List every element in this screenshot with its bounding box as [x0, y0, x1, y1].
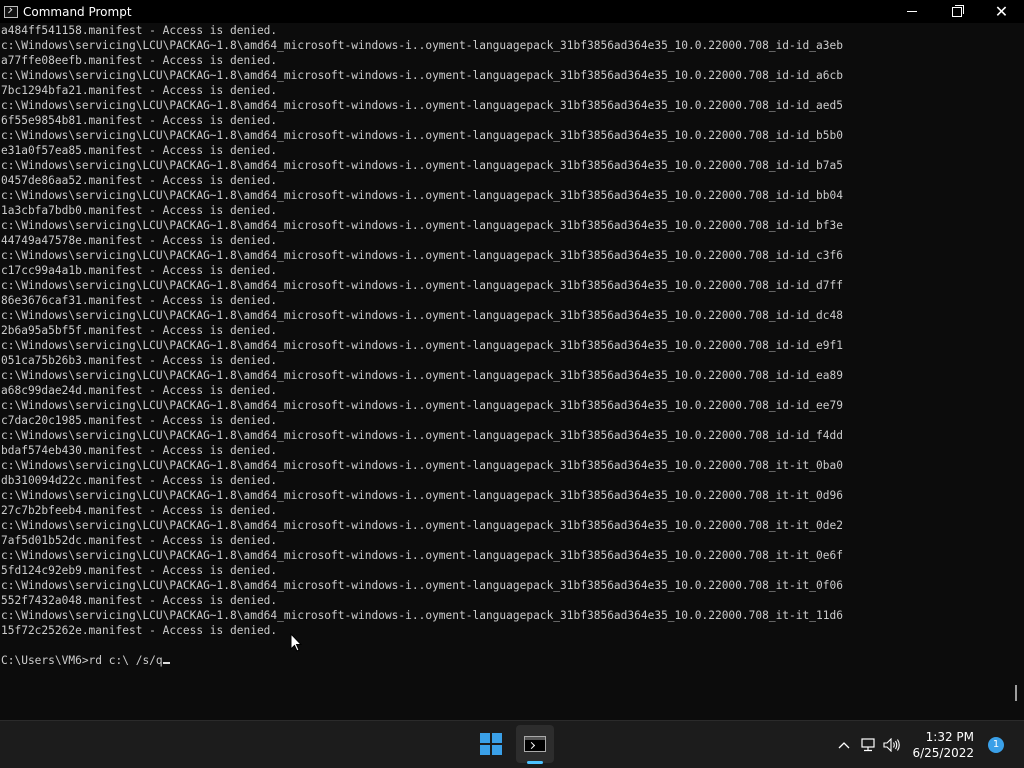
window-controls: ✕ — [889, 0, 1024, 23]
console-line: 5fd124c92eb9.manifest - Access is denied… — [1, 564, 278, 577]
prompt-text: C:\Users\VM6>rd c:\ /s/q — [1, 654, 163, 667]
command-prompt-icon — [524, 736, 546, 752]
clock[interactable]: 1:32 PM 6/25/2022 — [912, 729, 974, 761]
console-line: c:\Windows\servicing\LCU\PACKAG~1.8\amd6… — [1, 429, 843, 442]
console-line: c:\Windows\servicing\LCU\PACKAG~1.8\amd6… — [1, 399, 843, 412]
console-line: a68c99dae24d.manifest - Access is denied… — [1, 384, 278, 397]
console-line: c:\Windows\servicing\LCU\PACKAG~1.8\amd6… — [1, 99, 843, 112]
console-line: c:\Windows\servicing\LCU\PACKAG~1.8\amd6… — [1, 369, 843, 382]
console-line: 27c7b2bfeeb4.manifest - Access is denied… — [1, 504, 278, 517]
console-line: c:\Windows\servicing\LCU\PACKAG~1.8\amd6… — [1, 579, 843, 592]
notification-badge[interactable]: 1 — [988, 736, 1004, 753]
console-line: c:\Windows\servicing\LCU\PACKAG~1.8\amd6… — [1, 459, 843, 472]
system-tray: 1:32 PM 6/25/2022 1 — [832, 721, 1024, 768]
clock-time: 1:32 PM — [925, 729, 974, 744]
console-line: c:\Windows\servicing\LCU\PACKAG~1.8\amd6… — [1, 219, 843, 232]
text-caret — [162, 662, 170, 664]
console-line: c7dac20c1985.manifest - Access is denied… — [1, 414, 278, 427]
clock-date: 6/25/2022 — [912, 745, 974, 760]
console-line: 44749a47578e.manifest - Access is denied… — [1, 234, 278, 247]
console-line: 1a3cbfa7bdb0.manifest - Access is denied… — [1, 204, 278, 217]
console-line: 15f72c25262e.manifest - Access is denied… — [1, 624, 278, 637]
console-line: bdaf574eb430.manifest - Access is denied… — [1, 444, 278, 457]
console-line: c:\Windows\servicing\LCU\PACKAG~1.8\amd6… — [1, 609, 843, 622]
network-button[interactable] — [856, 733, 880, 757]
maximize-button[interactable] — [934, 0, 979, 23]
command-prompt-icon — [4, 5, 18, 18]
minimize-icon — [906, 11, 917, 12]
console-line: c:\Windows\servicing\LCU\PACKAG~1.8\amd6… — [1, 39, 843, 52]
console-output[interactable]: a484ff541158.manifest - Access is denied… — [0, 23, 1012, 720]
console-line: c:\Windows\servicing\LCU\PACKAG~1.8\amd6… — [1, 189, 843, 202]
console-scrollbar[interactable] — [1012, 23, 1024, 720]
console-line: 0457de86aa52.manifest - Access is denied… — [1, 174, 278, 187]
volume-icon — [883, 737, 901, 752]
console-line: c:\Windows\servicing\LCU\PACKAG~1.8\amd6… — [1, 519, 843, 532]
active-app-indicator — [527, 761, 543, 764]
console-line: c:\Windows\servicing\LCU\PACKAG~1.8\amd6… — [1, 129, 843, 142]
network-icon — [861, 737, 876, 751]
console-line: c:\Windows\servicing\LCU\PACKAG~1.8\amd6… — [1, 309, 843, 322]
taskbar: 1:32 PM 6/25/2022 1 — [0, 720, 1024, 768]
console-line: c:\Windows\servicing\LCU\PACKAG~1.8\amd6… — [1, 159, 843, 172]
volume-button[interactable] — [880, 733, 904, 757]
console-line: c:\Windows\servicing\LCU\PACKAG~1.8\amd6… — [1, 279, 843, 292]
minimize-button[interactable] — [889, 0, 934, 23]
title-bar: Command Prompt ✕ — [0, 0, 1024, 23]
console-line: c17cc99a4a1b.manifest - Access is denied… — [1, 264, 278, 277]
console-line: c:\Windows\servicing\LCU\PACKAG~1.8\amd6… — [1, 69, 843, 82]
console-line: a77ffe08eefb.manifest - Access is denied… — [1, 54, 278, 67]
console-line: c:\Windows\servicing\LCU\PACKAG~1.8\amd6… — [1, 339, 843, 352]
show-hidden-icons-button[interactable] — [832, 733, 856, 757]
console-line: c:\Windows\servicing\LCU\PACKAG~1.8\amd6… — [1, 489, 843, 502]
console-line: 86e3676caf31.manifest - Access is denied… — [1, 294, 278, 307]
console-line: c:\Windows\servicing\LCU\PACKAG~1.8\amd6… — [1, 249, 843, 262]
console-line: a484ff541158.manifest - Access is denied… — [1, 24, 278, 37]
console-line: 2b6a95a5bf5f.manifest - Access is denied… — [1, 324, 278, 337]
close-icon: ✕ — [994, 1, 1009, 21]
taskbar-command-prompt[interactable] — [516, 725, 554, 763]
console-line: 6f55e9854b81.manifest - Access is denied… — [1, 114, 278, 127]
console-line: db310094d22c.manifest - Access is denied… — [1, 474, 278, 487]
start-button[interactable] — [472, 725, 510, 763]
console-line: e31a0f57ea85.manifest - Access is denied… — [1, 144, 278, 157]
windows-start-icon — [480, 733, 502, 755]
console-line: 051ca75b26b3.manifest - Access is denied… — [1, 354, 278, 367]
mouse-pointer-icon — [290, 632, 303, 657]
restore-icon — [951, 4, 964, 17]
window-title: Command Prompt — [23, 4, 132, 19]
command-prompt-line[interactable]: C:\Users\VM6>rd c:\ /s/q — [1, 653, 1012, 668]
chevron-up-icon — [839, 741, 850, 748]
console-line: c:\Windows\servicing\LCU\PACKAG~1.8\amd6… — [1, 549, 843, 562]
console-line: 552f7432a048.manifest - Access is denied… — [1, 594, 278, 607]
console-line: 7af5d01b52dc.manifest - Access is denied… — [1, 534, 278, 547]
console-text: a484ff541158.manifest - Access is denied… — [0, 23, 1012, 668]
console-line: 7bc1294bfa21.manifest - Access is denied… — [1, 84, 278, 97]
close-button[interactable]: ✕ — [979, 0, 1024, 23]
scrollbar-thumb[interactable] — [1015, 685, 1017, 701]
